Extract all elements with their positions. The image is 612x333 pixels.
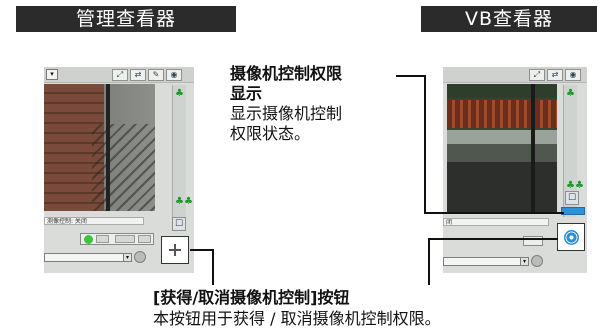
go-button[interactable] <box>134 251 146 263</box>
snapshot-icon[interactable] <box>96 235 109 243</box>
fullscreen-icon[interactable]: ⤢ <box>529 69 545 81</box>
panorama-icon[interactable] <box>138 235 151 243</box>
crosshair-icon <box>169 244 181 256</box>
zoom-out-icon[interactable]: ♣♣ <box>175 197 193 207</box>
chevron-down-icon[interactable]: ▾ <box>123 254 131 261</box>
live-indicator-icon[interactable] <box>84 235 93 244</box>
preset-dropdown[interactable]: ▾ <box>443 257 529 266</box>
go-button[interactable] <box>531 255 543 267</box>
video-size-dropdown[interactable]: ▾ <box>46 69 58 80</box>
zoom-slider[interactable]: ♣ ♣♣ <box>172 85 193 217</box>
admin-viewer-header: 管理查看器 <box>16 6 236 32</box>
button-callout-title: [获得/取消摄像机控制]按钮 <box>153 288 350 307</box>
swap-icon[interactable]: ⇄ <box>130 69 146 81</box>
help-icon[interactable]: ◉ <box>565 69 581 81</box>
backlight-icon[interactable]: ☐ <box>172 217 186 231</box>
status-callout-title-line2: 显示 <box>230 84 263 103</box>
admin-viewer-toolbar: ▾ ⤢ ⇄ ✎ ◉ <box>44 67 194 83</box>
admin-control-buttons <box>80 233 154 245</box>
video-pole <box>106 84 110 211</box>
help-icon[interactable]: ◉ <box>166 69 182 81</box>
camera-target-icon <box>564 230 579 245</box>
preset-icon[interactable] <box>115 235 135 243</box>
chevron-down-icon[interactable]: ▾ <box>520 258 528 265</box>
leader-line <box>424 75 426 213</box>
leader-line <box>190 249 212 251</box>
zoom-out-icon[interactable]: ♣♣ <box>566 181 584 191</box>
preset-dropdown[interactable]: ▾ <box>44 253 132 262</box>
vb-viewer-header: VB查看器 <box>421 6 597 32</box>
camera-control-status-indicator <box>561 207 585 215</box>
wrench-icon[interactable]: ✎ <box>148 69 164 81</box>
vb-video-display[interactable] <box>447 84 557 214</box>
admin-status-text: 测像控制: 关闭 <box>44 217 144 225</box>
video-pole <box>531 84 535 214</box>
leader-line <box>212 249 214 285</box>
status-callout-title-line1: 摄像机控制权限 <box>230 64 343 83</box>
button-callout-body: 本按钮用于获得 / 取消摄像机控制权限。 <box>153 309 441 328</box>
vb-status-text: 闭 <box>443 218 549 226</box>
admin-video-display[interactable] <box>44 84 155 211</box>
status-callout-body-line1: 显示摄像机控制 <box>230 104 343 123</box>
zoom-in-icon[interactable]: ♣ <box>175 89 184 99</box>
leader-line <box>428 238 558 240</box>
leader-line <box>396 75 425 77</box>
leader-line <box>428 238 430 285</box>
camera-control-button-right[interactable] <box>557 223 585 251</box>
zoom-in-icon[interactable]: ♣ <box>566 89 575 99</box>
status-callout-body-line2: 权限状态。 <box>230 124 311 143</box>
leader-line <box>424 212 564 214</box>
fullscreen-icon[interactable]: ⤢ <box>112 69 128 81</box>
camera-control-button-left[interactable] <box>161 236 189 264</box>
vb-viewer-toolbar: ⤢ ⇄ ◉ <box>443 67 587 83</box>
backlight-icon[interactable]: ☐ <box>565 191 579 205</box>
swap-icon[interactable]: ⇄ <box>547 69 563 81</box>
